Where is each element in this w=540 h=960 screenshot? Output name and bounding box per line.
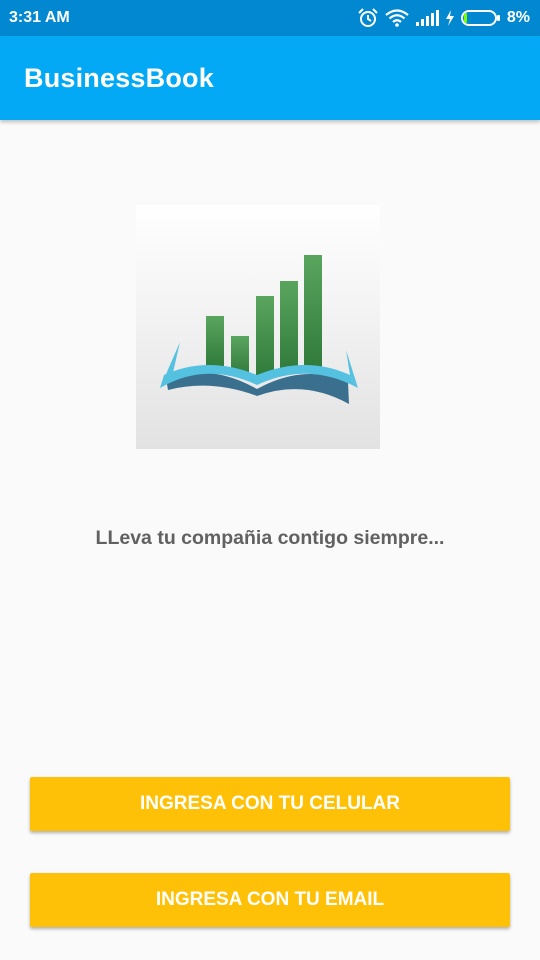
login-email-button[interactable]: INGRESA CON TU EMAIL	[30, 873, 510, 927]
app-bar: BusinessBook	[0, 36, 540, 120]
alarm-icon	[357, 8, 379, 28]
chart-bar	[256, 296, 274, 378]
status-bar: 3:31 AM 8%	[0, 0, 540, 36]
status-icons: 8%	[357, 8, 530, 28]
login-email-label: INGRESA CON TU EMAIL	[155, 889, 385, 910]
book-chart-logo	[136, 205, 380, 449]
status-time: 3:31 AM	[9, 9, 70, 26]
chart-bar	[206, 316, 224, 368]
login-phone-button[interactable]: INGRESA CON TU CELULAR	[30, 777, 510, 831]
app-title: BusinessBook	[24, 62, 214, 93]
charging-icon	[445, 10, 455, 26]
tagline: LLeva tu compañia contigo siempre...	[95, 527, 445, 549]
battery-percent: 8%	[506, 9, 530, 26]
chart-bar	[304, 255, 322, 370]
battery-icon	[460, 10, 501, 26]
chart-bar	[280, 281, 298, 373]
login-phone-label: INGRESA CON TU CELULAR	[139, 793, 401, 814]
wifi-icon	[385, 9, 409, 27]
signal-icon	[415, 10, 439, 26]
